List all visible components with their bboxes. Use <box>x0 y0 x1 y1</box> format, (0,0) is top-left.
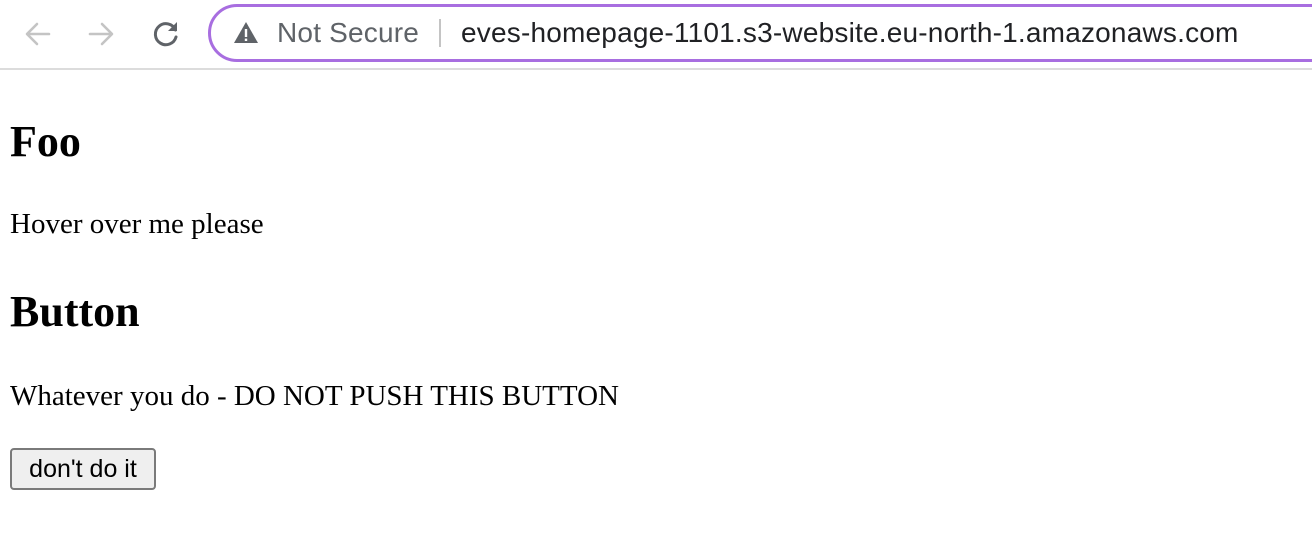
arrow-right-icon <box>88 22 114 46</box>
reload-button[interactable] <box>149 17 183 51</box>
arrow-left-icon <box>25 22 51 46</box>
site-security-indicator[interactable]: Not Secure <box>233 7 419 59</box>
reload-icon <box>153 22 178 47</box>
dont-do-it-button[interactable]: don't do it <box>10 448 156 490</box>
security-label: Not Secure <box>277 17 420 48</box>
page-heading-foo: Foo <box>10 117 81 166</box>
hover-text[interactable]: Hover over me please <box>10 208 264 241</box>
url-text[interactable]: eves-homepage-1101.s3-website.eu-north-1… <box>461 7 1239 59</box>
back-button[interactable] <box>21 17 55 51</box>
forward-button[interactable] <box>84 17 118 51</box>
omnibox-divider <box>439 19 441 47</box>
warning-icon <box>234 22 258 43</box>
browser-toolbar: Not Secure eves-homepage-1101.s3-website… <box>0 0 1312 70</box>
address-bar[interactable]: Not Secure eves-homepage-1101.s3-website… <box>208 4 1312 62</box>
page-heading-button: Button <box>10 287 140 336</box>
warning-text: Whatever you do - DO NOT PUSH THIS BUTTO… <box>10 380 619 412</box>
